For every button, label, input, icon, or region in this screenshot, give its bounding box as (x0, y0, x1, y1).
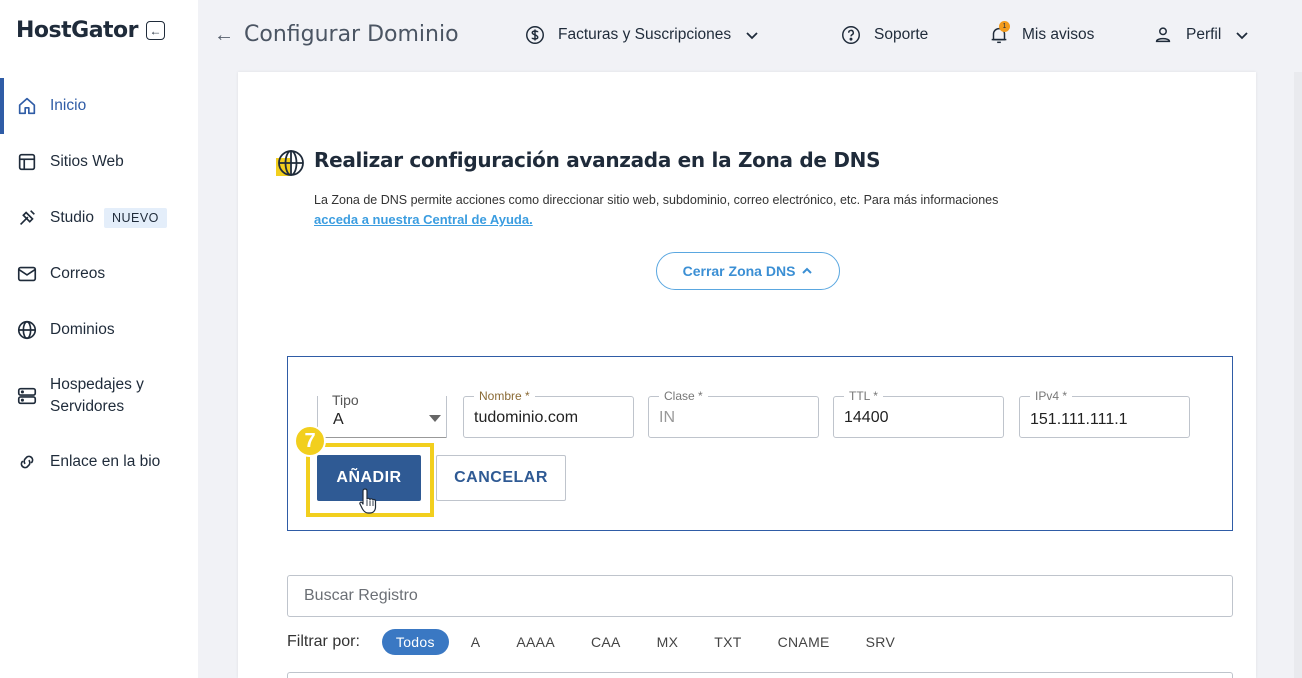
logo[interactable]: HostGator ← (16, 18, 166, 43)
bell-icon: 1 (988, 21, 1010, 46)
nombre-field[interactable]: Nombre * tudominio.com (463, 389, 634, 438)
home-icon (16, 95, 38, 117)
filter-chip-cname[interactable]: CNAME (764, 629, 844, 655)
new-badge: NUEVO (103, 208, 167, 228)
sidebar-item-enlace-bio[interactable]: Enlace en la bio (0, 434, 198, 490)
sidebar-item-inicio[interactable]: Inicio (0, 78, 198, 134)
chevron-up-icon (802, 267, 813, 274)
clase-field: Clase * IN (648, 389, 819, 438)
sidebar-item-label: Correos (50, 265, 106, 282)
server-icon (16, 385, 38, 407)
search-record-input[interactable] (287, 575, 1233, 617)
sidebar-item-studio[interactable]: Studio NUEVO (0, 190, 198, 246)
ipv4-value: 151.111.111.1 (1030, 411, 1128, 428)
notices-link[interactable]: 1 Mis avisos (988, 21, 1095, 46)
chevron-down-icon (1236, 32, 1248, 40)
filter-chip-txt[interactable]: TXT (700, 629, 755, 655)
hand-cursor-icon (359, 488, 377, 514)
support-label: Soporte (874, 26, 929, 43)
layout-icon (16, 151, 38, 173)
dollar-circle-icon (524, 24, 546, 46)
filter-chip-a[interactable]: A (457, 629, 495, 655)
nombre-label: Nombre * (474, 389, 535, 403)
billing-menu[interactable]: Facturas y Suscripciones (524, 24, 759, 46)
globe-icon (16, 319, 38, 341)
sidebar-item-label: Studio (50, 209, 94, 226)
step-number-badge: 7 (294, 425, 326, 457)
help-center-link[interactable]: acceda a nuestra Central de Ayuda. (314, 212, 533, 227)
section-title: Realizar configuración avanzada en la Zo… (314, 148, 881, 172)
billing-label: Facturas y Suscripciones (558, 26, 732, 43)
dns-zone-card: Realizar configuración avanzada en la Zo… (238, 72, 1256, 678)
user-icon (1152, 24, 1174, 46)
sidebar-item-label: Sitios Web (50, 153, 124, 170)
support-link[interactable]: Soporte (840, 24, 928, 46)
add-record-form: Tipo A Nombre * tudominio.com Clase * IN… (287, 356, 1233, 531)
close-dns-label: Cerrar Zona DNS (682, 263, 796, 279)
tipo-label: Tipo (327, 393, 364, 407)
filter-chip-todos[interactable]: Todos (381, 629, 449, 655)
sidebar-item-dominios[interactable]: Dominios (0, 302, 198, 358)
scrollbar-track[interactable] (1294, 72, 1302, 678)
page-title: Configurar Dominio (244, 22, 459, 47)
sidebar-item-label: Hospedajes y Servidores (50, 376, 144, 415)
studio-icon (16, 207, 38, 229)
sidebar-item-label: Enlace en la bio (50, 453, 161, 470)
mail-icon (16, 263, 38, 285)
filter-chip-srv[interactable]: SRV (852, 629, 909, 655)
ipv4-field[interactable]: IPv4 * 151.111.111.1 (1019, 389, 1190, 438)
ipv4-label: IPv4 * (1030, 389, 1073, 403)
link-icon (16, 451, 38, 473)
tipo-select[interactable]: Tipo A (317, 393, 447, 438)
top-bar: ← Configurar Dominio Facturas y Suscripc… (198, 0, 1302, 72)
ttl-field[interactable]: TTL * 14400 (833, 389, 1004, 438)
profile-menu[interactable]: Perfil (1152, 24, 1249, 46)
cancel-button[interactable]: CANCELAR (436, 455, 566, 501)
clase-value: IN (659, 409, 675, 426)
records-list (287, 672, 1233, 678)
sidebar-item-label: Dominios (50, 321, 115, 338)
chevron-down-icon (746, 32, 758, 40)
tipo-value: A (333, 411, 344, 428)
help-circle-icon (840, 24, 862, 46)
filter-chip-aaaa[interactable]: AAAA (502, 629, 569, 655)
profile-label: Perfil (1186, 26, 1222, 43)
sidebar-item-correos[interactable]: Correos (0, 246, 198, 302)
collapse-sidebar-icon[interactable]: ← (146, 21, 166, 40)
ttl-value: 14400 (844, 409, 889, 426)
filter-label: Filtrar por: (287, 633, 360, 650)
globe-icon (276, 150, 304, 176)
record-type-filters: Filtrar por: Todos A AAAA CAA MX TXT CNA… (287, 629, 917, 655)
sidebar-item-hospedajes[interactable]: Hospedajes y Servidores (0, 358, 198, 434)
nombre-value: tudominio.com (474, 409, 579, 426)
dropdown-arrow-icon (429, 415, 441, 422)
filter-chip-caa[interactable]: CAA (577, 629, 635, 655)
close-dns-zone-button[interactable]: Cerrar Zona DNS (656, 252, 840, 290)
sidebar-nav: Inicio Sitios Web Studio NUEVO Correos D… (0, 78, 198, 490)
sidebar-item-sitios-web[interactable]: Sitios Web (0, 134, 198, 190)
ttl-label: TTL * (844, 389, 883, 403)
sidebar-item-label: Inicio (50, 97, 87, 114)
section-description: La Zona de DNS permite acciones como dir… (314, 193, 999, 207)
filter-chip-mx[interactable]: MX (643, 629, 693, 655)
sidebar: HostGator ← Inicio Sitios Web Studio NUE… (0, 0, 198, 678)
clase-label: Clase * (659, 389, 708, 403)
notices-label: Mis avisos (1022, 26, 1095, 43)
back-arrow-icon[interactable]: ← (214, 24, 234, 47)
brand-name: HostGator (16, 18, 139, 43)
notification-count-badge: 1 (999, 21, 1010, 32)
